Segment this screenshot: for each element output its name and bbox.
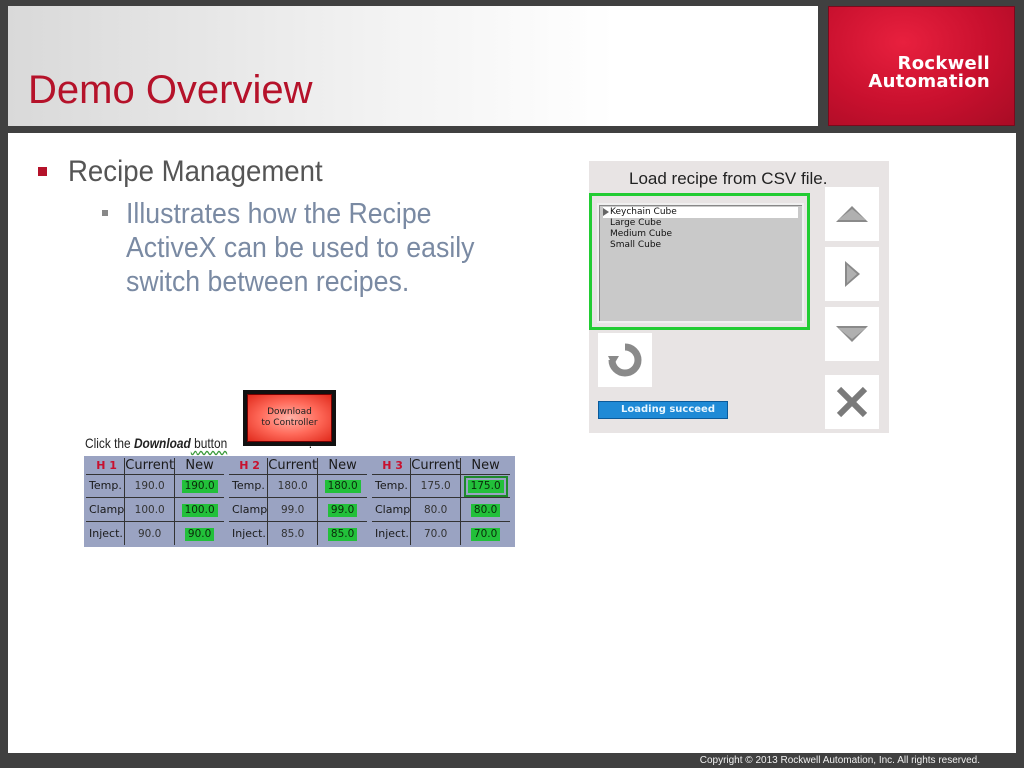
recipe-panel-title: Load recipe from CSV file. [629, 169, 828, 188]
column-header-current: Current [124, 458, 176, 475]
close-icon [836, 386, 868, 418]
status-badge: Loading succeed [598, 401, 728, 419]
row-label: Clamp [86, 497, 126, 523]
current-value: 80.0 [410, 497, 462, 523]
row-label: Inject. [86, 521, 126, 545]
row-label: Inject. [229, 521, 269, 545]
table-row: Temp. 190.0 190.0 [86, 474, 224, 499]
small-square-bullet-icon [102, 210, 108, 216]
table-header: H 3 [372, 458, 412, 475]
current-value: 175.0 [410, 474, 462, 499]
new-value-field[interactable]: 100.0 [181, 503, 218, 517]
current-value: 100.0 [124, 497, 176, 523]
bullet-level-2: Illustrates how the Recipe ActiveX can b… [102, 197, 556, 299]
logo-line-2: Automation [868, 71, 990, 92]
new-value-field[interactable]: 90.0 [184, 527, 215, 541]
current-value: 190.0 [124, 474, 176, 499]
instruction-trail: . [308, 435, 313, 451]
table-row: Temp. 175.0 175.0 [372, 474, 510, 499]
current-value: 99.0 [267, 497, 319, 523]
recipe-list-item[interactable]: Large Cube [603, 218, 798, 229]
square-bullet-icon [38, 167, 47, 176]
page-title: Demo Overview [28, 68, 313, 112]
recipe-list-item[interactable]: Small Cube [603, 240, 798, 251]
refresh-icon [608, 343, 642, 377]
download-button-line1: Download [267, 407, 312, 417]
table-row: Clamp 100.0 100.0 [86, 497, 224, 523]
column-header-new: New [174, 458, 224, 475]
close-button[interactable] [825, 375, 879, 429]
instruction-prefix: Click the [85, 435, 134, 451]
new-value-field[interactable]: 190.0 [181, 479, 218, 493]
recipe-list[interactable]: Keychain Cube Large Cube Medium Cube Sma… [597, 203, 804, 323]
reload-button[interactable] [598, 333, 652, 387]
table-header: H 2 [229, 458, 269, 475]
row-label: Temp. [86, 474, 126, 499]
header-bar: Demo Overview [8, 6, 818, 126]
column-header-new: New [317, 458, 367, 475]
table-row: Inject. 90.0 90.0 [86, 521, 224, 545]
new-value-field[interactable]: 85.0 [327, 527, 358, 541]
column-header-current: Current [267, 458, 319, 475]
new-value-field[interactable]: 70.0 [470, 527, 501, 541]
new-value-field[interactable]: 180.0 [324, 479, 361, 493]
new-value-field[interactable]: 99.0 [327, 503, 358, 517]
recipe-list-highlight: Keychain Cube Large Cube Medium Cube Sma… [589, 193, 810, 330]
column-header-current: Current [410, 458, 462, 475]
instruction-bold: Download [133, 435, 191, 451]
current-value: 90.0 [124, 521, 176, 545]
scroll-down-button[interactable] [825, 307, 879, 361]
bullet-level-1-text: Recipe Management [68, 155, 323, 188]
recipe-value-tables: H 1 Current New Temp. 190.0 190.0 Clamp 100.0… [84, 456, 515, 547]
table-row: Clamp 80.0 80.0 [372, 497, 510, 523]
recipe-list-item[interactable]: Keychain Cube [603, 207, 798, 218]
table-row: Inject. 85.0 85.0 [229, 521, 367, 545]
bullet-level-2-text: Illustrates how the Recipe ActiveX can b… [126, 198, 475, 298]
h1-table: H 1 Current New Temp. 190.0 190.0 Clamp 100.0… [86, 458, 224, 545]
row-label: Temp. [372, 474, 412, 499]
copyright-footer: Copyright © 2013 Rockwell Automation, In… [699, 755, 980, 766]
new-value-field[interactable]: 80.0 [470, 503, 501, 517]
table-row: Clamp 99.0 99.0 [229, 497, 367, 523]
rockwell-logo: Rockwell Automation [828, 6, 1015, 126]
arrow-right-icon [845, 261, 860, 287]
row-label: Clamp [372, 497, 412, 523]
select-button[interactable] [825, 247, 879, 301]
instruction-text: Click the Download button. [85, 435, 312, 451]
download-button-line2: to Controller [261, 418, 318, 428]
table-row: Inject. 70.0 70.0 [372, 521, 510, 545]
column-header-new: New [460, 458, 510, 475]
recipe-list-item[interactable]: Medium Cube [603, 229, 798, 240]
instruction-suffix: button [190, 435, 228, 451]
bullet-level-1: Recipe Management [38, 155, 345, 189]
arrow-down-icon [836, 326, 868, 342]
recipe-panel: Load recipe from CSV file. Keychain Cube… [589, 161, 889, 433]
h3-table: H 3 Current New Temp. 175.0 175.0 Clamp 80.0 8… [372, 458, 510, 545]
row-label: Clamp [229, 497, 269, 523]
table-row: Temp. 180.0 180.0 [229, 474, 367, 499]
row-label: Temp. [229, 474, 269, 499]
current-value: 180.0 [267, 474, 319, 499]
scroll-up-button[interactable] [825, 187, 879, 241]
arrow-up-icon [836, 206, 868, 222]
current-value: 70.0 [410, 521, 462, 545]
table-header: H 1 [86, 458, 126, 475]
h2-table: H 2 Current New Temp. 180.0 180.0 Clamp 99.0 9… [229, 458, 367, 545]
slide-body: Recipe Management Illustrates how the Re… [8, 133, 1016, 753]
new-value-field[interactable]: 175.0 [463, 475, 508, 497]
row-label: Inject. [372, 521, 412, 545]
current-value: 85.0 [267, 521, 319, 545]
